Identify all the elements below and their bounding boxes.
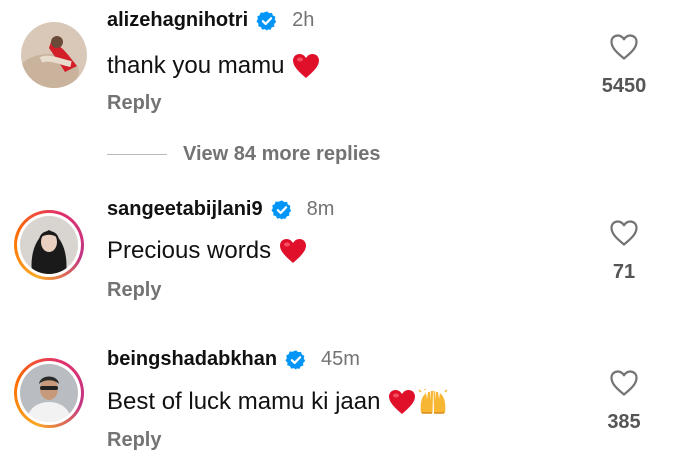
comment-header: alizehagnihotri 2h <box>107 9 314 32</box>
view-more-label[interactable]: View 84 more replies <box>183 143 381 166</box>
reply-button[interactable]: Reply <box>107 279 161 302</box>
avatar-image <box>20 364 78 422</box>
like-count: 385 <box>607 411 641 433</box>
avatar-inner <box>17 361 81 425</box>
heart-outline-icon[interactable] <box>609 33 639 61</box>
verified-badge-icon <box>285 349 306 370</box>
avatar-image <box>20 216 78 274</box>
comment-text-row: Precious words <box>107 237 307 265</box>
timestamp: 45m <box>321 348 360 370</box>
timestamp: 8m <box>306 198 335 220</box>
heart-outline-icon[interactable] <box>609 219 639 247</box>
comment-text: Best of luck mamu ki jaan <box>107 388 381 415</box>
like-column: 71 <box>594 219 654 284</box>
verified-badge-icon <box>256 10 277 31</box>
avatar-inner <box>17 213 81 277</box>
verified-badge-icon <box>271 199 291 220</box>
comment-header: beingshadabkhan 45m <box>107 348 360 371</box>
avatar[interactable] <box>14 210 84 280</box>
comment-text: thank you mamu <box>107 52 285 79</box>
heart-outline-icon[interactable] <box>609 369 639 397</box>
emoji-group <box>388 389 448 415</box>
raising-hands-emoji <box>418 389 448 414</box>
red-heart-emoji <box>280 239 307 263</box>
timestamp: 2h <box>292 9 315 31</box>
avatar[interactable] <box>21 22 87 88</box>
red-heart-emoji <box>293 54 320 78</box>
reply-button[interactable]: Reply <box>107 429 161 452</box>
like-count: 5450 <box>601 75 647 97</box>
red-heart-emoji <box>389 390 416 414</box>
username[interactable]: alizehagnihotri <box>107 9 248 32</box>
comment-text-row: Best of luck mamu ki jaan <box>107 388 448 416</box>
reply-button[interactable]: Reply <box>107 92 161 115</box>
comment-text: Precious words <box>107 237 272 264</box>
username[interactable]: sangeetabijlani9 <box>107 198 263 221</box>
avatar[interactable] <box>14 358 84 428</box>
comment-header: sangeetabijlani9 8m <box>107 198 334 221</box>
divider-line <box>107 154 167 155</box>
like-column: 385 <box>594 369 654 434</box>
comment-text-row: thank you mamu <box>107 52 320 80</box>
like-column: 5450 <box>594 33 654 98</box>
like-count: 71 <box>612 261 636 283</box>
view-more-replies[interactable]: View 84 more replies <box>107 143 381 166</box>
username[interactable]: beingshadabkhan <box>107 348 277 371</box>
